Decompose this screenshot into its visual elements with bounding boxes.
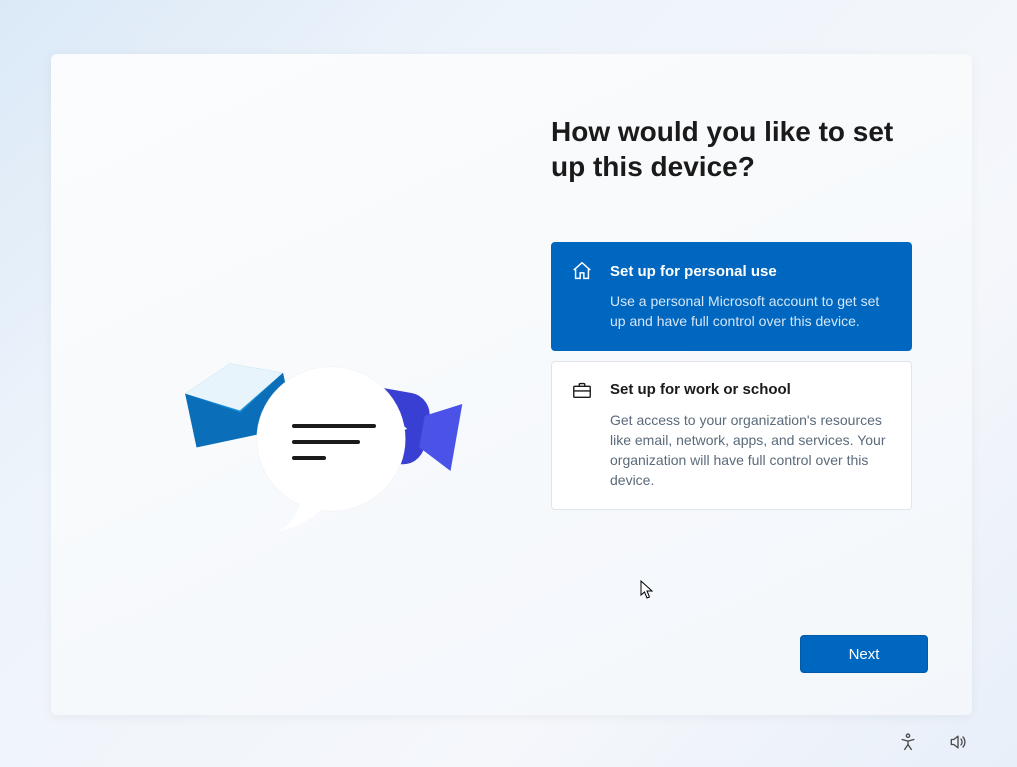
option-work-title: Set up for work or school xyxy=(610,381,791,398)
next-button[interactable]: Next xyxy=(800,635,928,673)
briefcase-icon xyxy=(570,378,594,402)
option-header: Set up for work or school xyxy=(570,378,893,402)
system-tray xyxy=(897,733,969,755)
setup-panel: How would you like to set up this device… xyxy=(51,54,972,715)
option-personal-title: Set up for personal use xyxy=(610,263,777,280)
option-header: Set up for personal use xyxy=(570,259,893,283)
content-column: How would you like to set up this device… xyxy=(511,54,972,715)
illustration-column xyxy=(51,54,511,715)
option-personal-use[interactable]: Set up for personal use Use a personal M… xyxy=(551,242,912,351)
home-icon xyxy=(570,259,594,283)
accessibility-button[interactable] xyxy=(897,733,919,755)
illustration-graphic xyxy=(171,344,491,544)
option-work-school[interactable]: Set up for work or school Get access to … xyxy=(551,361,912,510)
accessibility-icon xyxy=(898,732,918,757)
option-personal-desc: Use a personal Microsoft account to get … xyxy=(570,291,893,332)
page-heading: How would you like to set up this device… xyxy=(551,114,912,184)
option-work-desc: Get access to your organization's resour… xyxy=(570,410,893,491)
volume-button[interactable] xyxy=(947,733,969,755)
volume-icon xyxy=(948,732,968,757)
